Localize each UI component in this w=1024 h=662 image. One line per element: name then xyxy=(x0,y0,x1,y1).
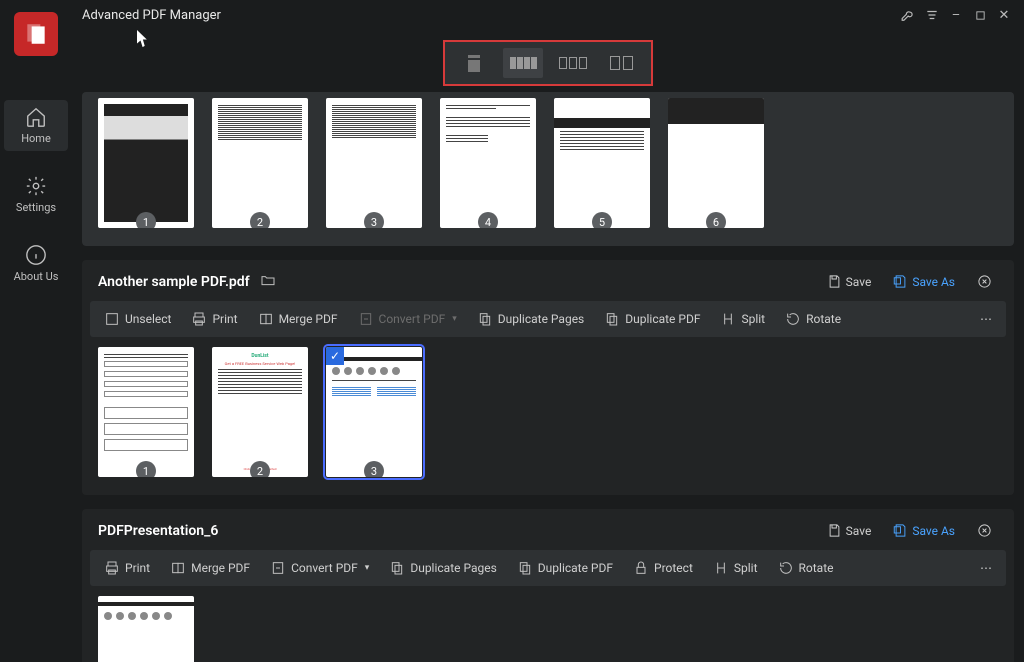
protect-button[interactable]: Protect xyxy=(627,556,699,580)
title-bar: Advanced PDF Manager – ✕ xyxy=(0,0,1024,30)
document-section-1: Another sample PDF.pdf Save Save As Unse… xyxy=(82,260,1014,495)
gear-icon xyxy=(25,175,47,197)
sidebar-item-label: About Us xyxy=(14,270,59,283)
page-number-badge: 2 xyxy=(250,461,270,477)
page-thumb[interactable]: ✓ 3 xyxy=(326,347,422,477)
merge-button[interactable]: Merge PDF xyxy=(164,556,256,580)
view-mode-grid2[interactable] xyxy=(602,48,642,78)
sidebar-item-home[interactable]: Home xyxy=(4,100,68,151)
app-logo xyxy=(14,12,58,56)
duplicate-pages-button[interactable]: Duplicate Pages xyxy=(471,307,590,331)
save-button[interactable]: Save xyxy=(821,270,878,293)
split-button[interactable]: Split xyxy=(714,307,771,331)
view-mode-grid3[interactable] xyxy=(553,48,593,78)
document-toolbar: Unselect Print Merge PDF Convert PDF▾ Du… xyxy=(90,301,1006,337)
more-button[interactable]: ⋯ xyxy=(974,308,998,330)
rotate-button[interactable]: Rotate xyxy=(772,556,840,580)
document-title: PDFPresentation_6 xyxy=(98,523,218,539)
document-section-2: PDFPresentation_6 Save Save As Print Mer… xyxy=(82,509,1014,662)
sidebar-item-label: Settings xyxy=(16,201,56,214)
page-thumb[interactable]: 2 xyxy=(212,98,308,228)
page-number-badge: 4 xyxy=(478,212,498,228)
page-thumb[interactable] xyxy=(98,596,194,662)
document-title: Another sample PDF.pdf xyxy=(98,274,250,290)
page-number-badge: 5 xyxy=(592,212,612,228)
merge-button[interactable]: Merge PDF xyxy=(252,307,344,331)
print-button[interactable]: Print xyxy=(185,307,243,331)
app-title: Advanced PDF Manager xyxy=(82,8,221,23)
view-mode-toolbar xyxy=(443,40,653,86)
duplicate-pages-button[interactable]: Duplicate Pages xyxy=(383,556,502,580)
maximize-button[interactable] xyxy=(968,3,992,27)
page-number-badge: 1 xyxy=(136,212,156,228)
page-thumb[interactable]: 1 xyxy=(98,347,194,477)
page-thumb[interactable]: DunList Get a FREE Business Service Web … xyxy=(212,347,308,477)
sidebar-item-about[interactable]: About Us xyxy=(4,238,68,289)
close-document-button[interactable] xyxy=(971,519,998,542)
page-thumb[interactable]: 3 xyxy=(326,98,422,228)
print-button[interactable]: Print xyxy=(98,556,156,580)
page-thumb[interactable]: 4 xyxy=(440,98,536,228)
save-as-button[interactable]: Save As xyxy=(887,270,961,293)
split-button[interactable]: Split xyxy=(707,556,764,580)
close-document-button[interactable] xyxy=(971,270,998,293)
more-button[interactable]: ⋯ xyxy=(974,557,998,579)
checkmark-icon: ✓ xyxy=(326,347,344,365)
page-number-badge: 3 xyxy=(364,461,384,477)
open-folder-icon[interactable] xyxy=(260,272,276,292)
document-section-0: 1 2 3 4 5 xyxy=(82,92,1014,246)
view-mode-single[interactable] xyxy=(454,48,494,78)
page-number-badge: 6 xyxy=(706,212,726,228)
document-toolbar: Print Merge PDF Convert PDF▾ Duplicate P… xyxy=(90,550,1006,586)
sidebar-item-settings[interactable]: Settings xyxy=(4,169,68,220)
minimize-button[interactable]: – xyxy=(944,3,968,27)
page-thumb[interactable]: 6 xyxy=(668,98,764,228)
save-button[interactable]: Save xyxy=(821,519,878,542)
unselect-button[interactable]: Unselect xyxy=(98,307,177,331)
key-icon[interactable] xyxy=(896,3,920,27)
rotate-button[interactable]: Rotate xyxy=(779,307,847,331)
page-number-badge: 1 xyxy=(136,461,156,477)
page-thumb[interactable]: 1 xyxy=(98,98,194,228)
sidebar-item-label: Home xyxy=(21,132,51,145)
convert-button[interactable]: Convert PDF▾ xyxy=(264,556,375,580)
home-icon xyxy=(25,106,47,128)
close-button[interactable]: ✕ xyxy=(992,3,1016,27)
page-number-badge: 2 xyxy=(250,212,270,228)
sidebar: Home Settings About Us xyxy=(0,30,72,662)
page-number-badge: 3 xyxy=(364,212,384,228)
view-mode-filmstrip[interactable] xyxy=(503,48,543,78)
main-content: 1 2 3 4 5 xyxy=(72,30,1024,662)
menu-icon[interactable] xyxy=(920,3,944,27)
page-thumb[interactable]: 5 xyxy=(554,98,650,228)
info-icon xyxy=(25,244,47,266)
duplicate-pdf-button[interactable]: Duplicate PDF xyxy=(598,307,706,331)
save-as-button[interactable]: Save As xyxy=(887,519,961,542)
convert-button[interactable]: Convert PDF▾ xyxy=(352,307,463,331)
duplicate-pdf-button[interactable]: Duplicate PDF xyxy=(511,556,619,580)
